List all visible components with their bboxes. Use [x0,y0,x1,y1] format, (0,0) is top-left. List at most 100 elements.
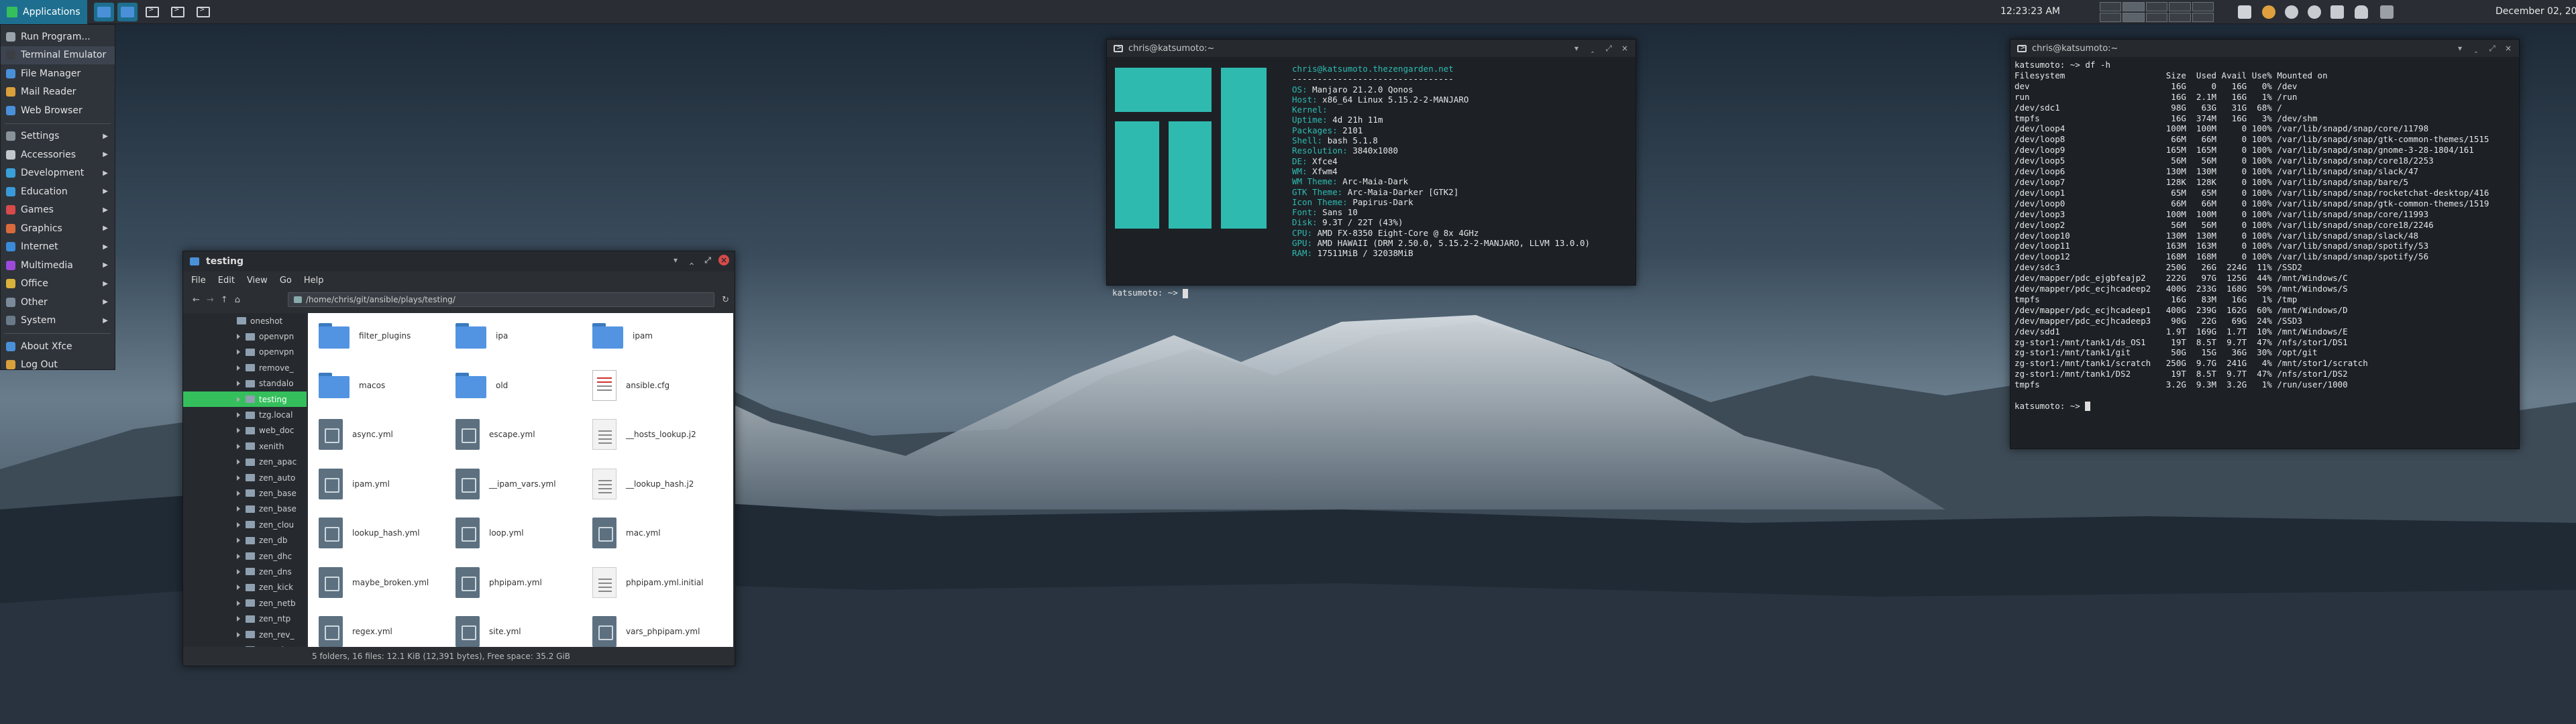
workspace-3[interactable] [2145,2,2168,11]
file-item[interactable]: site.yml [449,611,583,647]
sidebar-tree-item[interactable]: remove_ [183,360,307,375]
expand-arrow-icon[interactable] [237,585,240,591]
file-item[interactable]: __hosts_lookup.j2 [586,414,720,455]
sidebar-tree-item[interactable]: xenith [183,438,307,454]
file-item[interactable]: macos [312,365,446,406]
file-item[interactable]: phpipam.yml.initial [586,562,720,603]
file-item[interactable]: __ipam_vars.yml [449,464,583,504]
workspace-10[interactable] [2192,13,2214,22]
workspace-8[interactable] [2145,13,2168,22]
workspace-2[interactable] [2123,2,2145,11]
expand-arrow-icon[interactable] [237,475,240,481]
file-item[interactable]: ipam [586,316,720,356]
applications-menu-button[interactable]: Applications [0,0,87,24]
expand-arrow-icon[interactable] [237,428,240,434]
back-button[interactable]: ← [193,295,200,305]
app-menu-item-accessories[interactable]: Accessories ▶ [1,145,115,164]
notification-bell-icon[interactable] [2355,5,2368,19]
app-menu-item-file-manager[interactable]: File Manager [1,64,115,83]
expand-arrow-icon[interactable] [237,553,240,559]
sidebar-tree-item[interactable]: openvpn [183,345,307,360]
expand-arrow-icon[interactable] [237,568,240,575]
expand-arrow-icon[interactable] [237,490,240,496]
maximize-button[interactable]: ⤢ [702,255,713,265]
minimize-button[interactable]: ▾ [670,255,681,265]
expand-arrow-icon[interactable] [237,600,240,606]
file-item[interactable]: escape.yml [449,414,583,455]
reload-icon[interactable]: ↻ [722,295,729,305]
terminal-prompt[interactable]: katsumoto: ~> [1112,288,1189,298]
sidebar-tree-item[interactable]: tzg.local [183,407,307,422]
expand-arrow-icon[interactable] [237,459,240,465]
expand-arrow-icon[interactable] [237,522,240,528]
app-menu-item-web-browser[interactable]: Web Browser [1,101,115,120]
location-bar[interactable]: /home/chris/git/ansible/plays/testing/ [288,292,714,307]
expand-arrow-icon[interactable] [237,381,240,387]
volume-icon[interactable] [2330,5,2344,19]
file-item[interactable]: async.yml [312,414,446,455]
taskbar-terminal-3-button[interactable] [193,3,213,21]
sidebar-tree-item[interactable]: standalo [183,376,307,391]
file-item[interactable]: ipam.yml [312,464,446,504]
expand-arrow-icon[interactable] [237,631,240,638]
workspace-6[interactable] [2100,13,2122,22]
forward-button[interactable]: → [207,295,214,305]
file-item[interactable]: phpipam.yml [449,562,583,603]
close-button[interactable]: × [2503,43,2514,54]
menu-view[interactable]: View [247,276,268,286]
expand-arrow-icon[interactable] [237,538,240,544]
expand-arrow-icon[interactable] [237,365,240,371]
app-menu-item-games[interactable]: Games ▶ [1,201,115,220]
sidebar-tree-item[interactable]: openvpn [183,328,307,344]
taskbar-window-button[interactable] [117,3,138,21]
settings-gear-icon[interactable] [2308,5,2321,19]
app-menu-item-about-xfce[interactable]: About Xfce [1,337,115,356]
file-item[interactable]: filter_plugins [312,316,446,356]
taskbar-file-manager-button[interactable] [94,3,114,21]
app-menu-item-other[interactable]: Other ▶ [1,293,115,312]
clock[interactable]: 12:23:23 AM [2000,6,2060,17]
workspace-5[interactable] [2192,2,2214,11]
menu-edit[interactable]: Edit [218,276,235,286]
sidebar-tree-item[interactable]: zen_auto [183,470,307,485]
app-menu-item-terminal-emulator[interactable]: Terminal Emulator [1,46,115,64]
app-menu-item-system[interactable]: System ▶ [1,312,115,330]
shade-button[interactable]: ‸ [2471,43,2481,54]
close-button[interactable]: × [1619,43,1630,54]
file-item[interactable]: mac.yml [586,513,720,553]
maximize-button[interactable]: ⤢ [1603,43,1614,54]
sidebar-tree-item[interactable]: oneshot [183,313,307,328]
taskbar-terminal-2-button[interactable] [168,3,188,21]
app-menu-item-internet[interactable]: Internet ▶ [1,238,115,257]
file-item[interactable]: ansible.cfg [586,365,720,406]
workspace-1[interactable] [2100,2,2122,11]
sidebar-tree-item[interactable]: testing [183,391,307,408]
expand-arrow-icon[interactable] [237,396,240,402]
file-manager-titlebar[interactable]: testing ▾ ‸ ⤢ × [183,251,735,272]
workspace-9[interactable] [2169,13,2191,22]
up-button[interactable]: ↑ [221,295,228,305]
expand-arrow-icon[interactable] [237,349,240,355]
sidebar-tree-item[interactable]: zen_dns [183,564,307,579]
sidebar-tree-item[interactable]: zen_apac [183,455,307,470]
taskbar-terminal-1-button[interactable] [142,3,162,21]
app-menu-item-office[interactable]: Office ▶ [1,275,115,294]
sidebar-tree-item[interactable]: zen_ntp [183,611,307,626]
expand-arrow-icon[interactable] [237,443,240,449]
app-menu-item-run-program[interactable]: Run Program... [1,27,115,46]
sidebar-tree-item[interactable]: zen_db [183,532,307,548]
update-icon[interactable] [2262,5,2275,19]
file-item[interactable]: lookup_hash.yml [312,513,446,553]
workspace-7[interactable] [2123,13,2145,22]
app-menu-item-mail-reader[interactable]: Mail Reader [1,83,115,102]
file-item[interactable]: vars_phpipam.yml [586,611,720,647]
close-button[interactable]: × [718,255,729,265]
menu-file[interactable]: File [191,276,206,286]
network-icon[interactable] [2285,5,2298,19]
date[interactable]: December 02, 2021 [2496,6,2576,17]
app-menu-item-log-out[interactable]: Log Out [1,356,115,375]
expand-arrow-icon[interactable] [237,334,240,340]
sidebar-tree-item[interactable]: zen_dhc [183,548,307,564]
minimize-button[interactable]: ▾ [1571,43,1582,54]
expand-arrow-icon[interactable] [237,506,240,512]
